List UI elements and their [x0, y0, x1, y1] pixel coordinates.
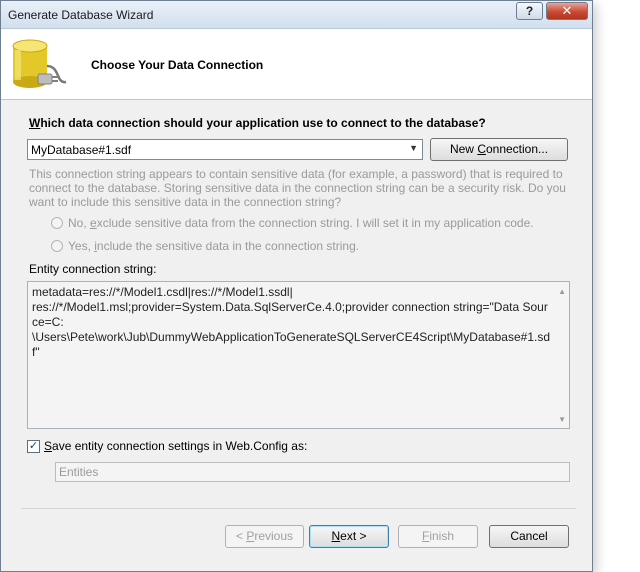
entity-connection-line-1: metadata=res://*/Model1.csdl|res://*/Mod… [32, 285, 293, 299]
help-icon: ? [525, 4, 534, 18]
entity-connection-textbox[interactable]: metadata=res://*/Model1.csdl|res://*/Mod… [27, 281, 570, 429]
previous-button[interactable]: < Previous [225, 525, 304, 548]
title-bar: Generate Database Wizard ? ✕ [1, 1, 592, 29]
scroll-down-icon[interactable]: ▼ [558, 415, 566, 424]
connection-question-label: Which data connection should your applic… [29, 116, 486, 130]
connection-dropdown-value: MyDatabase#1.sdf [31, 143, 132, 157]
radio-exclude-pre: No, [68, 216, 91, 230]
entities-name-value: Entities [59, 465, 99, 479]
next-button[interactable]: Next > [309, 525, 389, 548]
radio-exclude-label: No, exclude sensitive data from the conn… [68, 216, 534, 230]
entity-connection-line-2: res://*/Model1.msl;provider=System.Data.… [32, 300, 548, 329]
close-button[interactable]: ✕ [546, 2, 588, 20]
radio-button-icon[interactable] [51, 217, 63, 229]
new-connection-pre: New [449, 142, 478, 156]
next-mnemonic: N [331, 529, 341, 543]
save-settings-label[interactable]: Save entity connection settings in Web.C… [44, 439, 307, 453]
radio-exclude-post: xclude sensitive data from the connectio… [96, 216, 534, 230]
question-mnemonic: W [29, 116, 41, 130]
previous-post: revious [254, 529, 294, 543]
previous-pre: < [235, 529, 247, 543]
connection-dropdown[interactable]: MyDatabase#1.sdf ▼ [27, 139, 423, 160]
radio-exclude-mnemonic: e [90, 216, 97, 230]
radio-include-post: nclude the sensitive data in the connect… [96, 239, 360, 253]
next-post: ext > [340, 529, 367, 543]
sensitive-data-note: This connection string appears to contai… [29, 167, 566, 209]
database-plug-icon [12, 39, 67, 88]
entity-connection-label: Entity connection string: [29, 262, 157, 276]
entity-connection-text: metadata=res://*/Model1.csdl|res://*/Mod… [32, 285, 552, 360]
help-button[interactable]: ? [516, 2, 543, 20]
checkmark-icon: ✓ [28, 440, 39, 452]
page-title: Choose Your Data Connection [91, 58, 264, 72]
cancel-button[interactable]: Cancel [489, 525, 569, 548]
close-icon: ✕ [561, 3, 573, 18]
new-connection-mnemonic: C [477, 142, 486, 156]
save-settings-checkbox[interactable]: ✓ [27, 440, 40, 453]
radio-button-icon[interactable] [51, 240, 63, 252]
wizard-window: Generate Database Wizard ? ✕ Choose Your… [0, 0, 593, 572]
chevron-down-icon[interactable]: ▼ [409, 143, 418, 153]
finish-post: inish [429, 529, 455, 543]
new-connection-post: onnection... [485, 142, 549, 156]
wizard-header: Choose Your Data Connection [1, 29, 592, 100]
new-connection-button[interactable]: New Connection... [430, 138, 568, 161]
entities-name-field[interactable]: Entities [55, 462, 570, 482]
question-text: hich data connection should your applica… [40, 116, 486, 130]
footer-divider [21, 508, 576, 509]
entity-connection-line-3: \Users\Pete\work\Jub\DummyWebApplication… [32, 330, 551, 359]
radio-include-label: Yes, include the sensitive data in the c… [68, 239, 359, 253]
radio-include-pre: Yes, [68, 239, 95, 253]
window-title: Generate Database Wizard [8, 8, 154, 22]
save-settings-text: ave entity connection settings in Web.Co… [52, 439, 308, 453]
finish-button[interactable]: Finish [398, 525, 478, 548]
scroll-up-icon[interactable]: ▲ [558, 287, 566, 296]
save-settings-mnemonic: S [44, 439, 53, 453]
